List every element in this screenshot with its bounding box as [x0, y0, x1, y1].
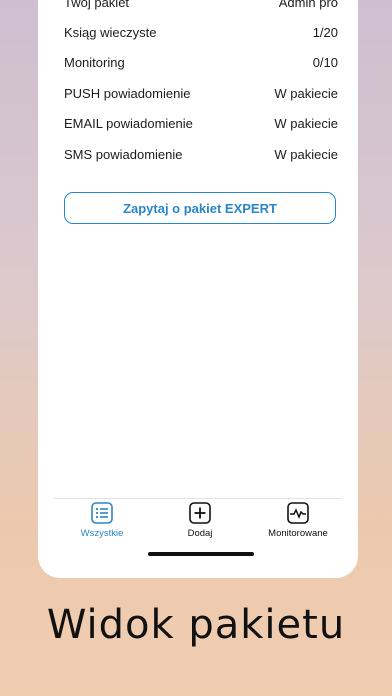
row-value: W pakiecie: [274, 115, 338, 131]
row-label: Monitoring: [64, 54, 125, 70]
info-row-package: Twój pakiet Admin pro: [64, 0, 338, 14]
row-label: Ksiąg wieczyste: [64, 24, 157, 40]
row-value: W pakiecie: [274, 146, 338, 162]
tab-all[interactable]: Wszystkie: [54, 501, 150, 545]
info-row-sms: SMS powiadomienie W pakiecie: [64, 142, 338, 166]
info-row-push: PUSH powiadomienie W pakiecie: [64, 81, 338, 105]
list-icon: [91, 502, 113, 524]
row-label: SMS powiadomienie: [64, 146, 183, 162]
ask-expert-package-button[interactable]: Zapytaj o pakiet EXPERT: [64, 192, 336, 224]
row-value: 0/10: [312, 54, 338, 70]
tab-label: Monitorowane: [268, 528, 328, 539]
row-value: W pakiecie: [274, 85, 338, 101]
tab-label: Dodaj: [187, 528, 213, 539]
info-row-email: EMAIL powiadomienie W pakiecie: [64, 111, 338, 135]
caption-title: Widok pakietu: [46, 602, 346, 648]
tab-label: Wszystkie: [80, 528, 124, 539]
row-label: EMAIL powiadomienie: [64, 115, 193, 131]
info-row-monitoring: Monitoring 0/10: [64, 50, 338, 74]
tab-monitored[interactable]: Monitorowane: [250, 501, 346, 545]
phone-screen: Twój pakiet Admin pro Ksiąg wieczyste 1/…: [38, 0, 358, 578]
plus-square-icon: [189, 502, 211, 524]
info-row-land-registers: Ksiąg wieczyste 1/20: [64, 20, 338, 44]
row-value: Admin pro: [278, 0, 338, 10]
monitor-pulse-icon: [287, 502, 309, 524]
home-indicator[interactable]: [148, 552, 254, 556]
row-value: 1/20: [312, 24, 338, 40]
tab-add[interactable]: Dodaj: [152, 501, 248, 545]
row-label: Twój pakiet: [64, 0, 130, 10]
tab-bar: Wszystkie Dodaj Monitorowane: [54, 498, 342, 549]
row-label: PUSH powiadomienie: [64, 85, 191, 101]
